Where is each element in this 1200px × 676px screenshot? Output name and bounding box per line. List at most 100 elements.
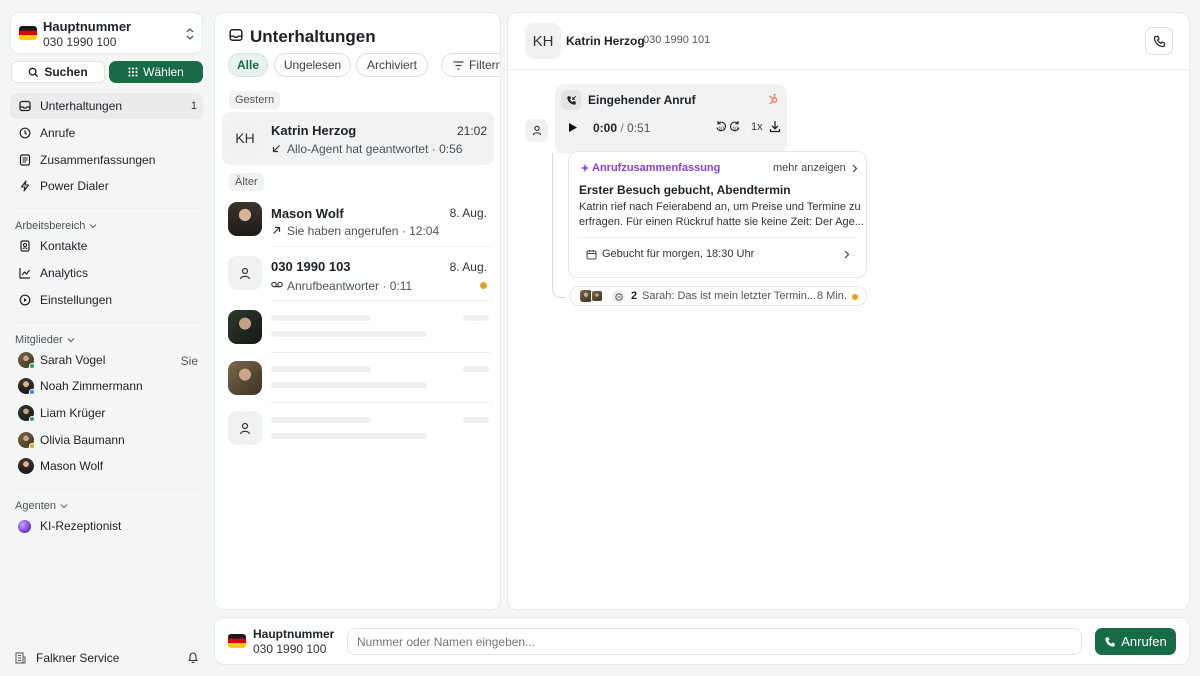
divider xyxy=(12,208,204,209)
booking-text: Gebucht für morgen, 18:30 Uhr xyxy=(602,248,755,260)
member-mason-wolf[interactable]: Mason Wolf xyxy=(10,453,203,479)
skeleton-line xyxy=(271,382,427,388)
nav-item-conversations[interactable]: Unterhaltungen 1 xyxy=(10,93,203,119)
thread-replies-pill[interactable]: 2 Sarah: Das ist mein letzter Termin... … xyxy=(569,286,867,306)
skeleton-line xyxy=(271,315,371,321)
members-section-toggle[interactable]: Mitglieder xyxy=(15,334,75,346)
nav-label: Kontakte xyxy=(40,239,88,253)
comment-icon-box xyxy=(612,290,625,303)
conversation-item-katrin-herzog[interactable]: KH Katrin Herzog 21:02 Allo-Agent hat ge… xyxy=(222,112,494,165)
svg-text:10: 10 xyxy=(719,127,725,133)
avatar xyxy=(18,432,35,449)
settings-icon xyxy=(18,294,32,306)
bell-icon[interactable] xyxy=(187,651,199,664)
arrow-down-left-icon xyxy=(272,145,280,153)
playback-speed[interactable]: 1x xyxy=(751,121,763,133)
time-current: 0:00 xyxy=(593,121,618,135)
dialer-bar: Hauptnummer 030 1990 100 Anrufen xyxy=(214,617,1190,665)
inbox-icon xyxy=(18,100,32,112)
nav-item-settings[interactable]: Einstellungen xyxy=(10,287,203,313)
member-olivia-baumann[interactable]: Olivia Baumann xyxy=(10,427,203,453)
nav-item-contacts[interactable]: Kontakte xyxy=(10,233,203,259)
company-name: Falkner Service xyxy=(36,651,120,665)
call-button[interactable]: Anrufen xyxy=(1095,628,1176,655)
caller-id-title[interactable]: Hauptnummer xyxy=(253,627,334,641)
time-total: 0:51 xyxy=(627,121,651,135)
hubspot-icon xyxy=(769,93,778,105)
avatar-placeholder xyxy=(228,256,262,290)
filter-chip-archived[interactable]: Archiviert xyxy=(356,53,428,77)
unread-count: 1 xyxy=(190,100,197,112)
summary-text-line-2: erfragen. Für einen Rückruf hatte sie ke… xyxy=(579,216,864,228)
filter-chip-unread[interactable]: Ungelesen xyxy=(274,53,351,77)
call-summary-card[interactable]: Anrufzusammenfassung mehr anzeigen Erste… xyxy=(568,151,867,278)
nav-item-summaries[interactable]: Zusammenfassungen xyxy=(10,147,203,173)
dial-input[interactable] xyxy=(347,628,1082,655)
download-icon[interactable] xyxy=(769,120,781,133)
chevron-down-icon xyxy=(89,224,97,229)
company-switcher[interactable]: Falkner Service xyxy=(15,651,119,665)
chevron-down-icon xyxy=(67,338,75,343)
member-liam-krueger[interactable]: Liam Krüger xyxy=(10,400,203,426)
member-noah-zimmermann[interactable]: Noah Zimmermann xyxy=(10,373,203,399)
number-title: Hauptnummer xyxy=(43,19,132,34)
section-label: Mitglieder xyxy=(15,334,63,346)
dial-label: Wählen xyxy=(143,65,184,79)
filter-chip-all[interactable]: Alle xyxy=(228,53,268,77)
time-separator: / xyxy=(617,121,628,135)
agents-section-toggle[interactable]: Agenten xyxy=(15,500,68,512)
dialpad-icon xyxy=(128,67,138,77)
member-sarah-vogel[interactable]: Sarah Vogel Sie xyxy=(10,347,203,373)
nav-item-analytics[interactable]: Analytics xyxy=(10,260,203,286)
contact-avatar-initials: KH xyxy=(525,23,561,59)
agent-ki-rezeptionist[interactable]: KI-Rezeptionist xyxy=(10,513,203,539)
conversation-item-030-1990-103[interactable]: 030 1990 103 8. Aug. Anrufbeantworter · … xyxy=(222,248,494,301)
summary-title: Erster Besuch gebucht, Abendtermin xyxy=(579,183,791,197)
search-button[interactable]: Suchen xyxy=(11,61,105,83)
contact-name: Mason Wolf xyxy=(271,206,344,221)
unread-dot xyxy=(852,294,858,300)
agent-orb-icon xyxy=(18,519,31,533)
reply-preview: Sarah: Das ist mein letzter Termin... xyxy=(642,290,817,302)
incoming-call-card: Eingehender Anruf 0:00 / 0:51 10 10 1x xyxy=(555,84,787,154)
dial-button[interactable]: Wählen xyxy=(109,61,203,83)
playback-time: 0:00 / 0:51 xyxy=(593,121,650,135)
person-icon xyxy=(239,267,251,279)
workspace-section-toggle[interactable]: Arbeitsbereich xyxy=(15,220,97,232)
chevron-right-icon xyxy=(844,250,850,259)
avatar xyxy=(228,202,262,236)
skeleton-line xyxy=(271,417,371,423)
divider xyxy=(271,402,491,403)
show-more-link[interactable]: mehr anzeigen xyxy=(773,162,858,174)
summary-label: Anrufzusammenfassung xyxy=(592,162,721,174)
call-label: Anrufen xyxy=(1121,634,1167,649)
play-icon[interactable] xyxy=(568,122,578,133)
nav-label: Einstellungen xyxy=(40,293,113,307)
contact-number: 030 1990 101 xyxy=(643,34,711,46)
rewind-10-icon[interactable]: 10 xyxy=(715,120,727,133)
booking-row[interactable]: Gebucht für morgen, 18:30 Uhr xyxy=(586,248,856,260)
forward-10-icon[interactable]: 10 xyxy=(729,120,741,133)
divider xyxy=(12,322,204,323)
svg-text:10: 10 xyxy=(733,127,739,133)
call-type-icon-box xyxy=(561,90,581,110)
call-title: Eingehender Anruf xyxy=(588,93,696,107)
document-icon xyxy=(18,154,32,166)
filter-button[interactable]: Filtern xyxy=(441,53,500,77)
nav-item-power-dialer[interactable]: Power Dialer xyxy=(10,173,203,199)
nav-label: Power Dialer xyxy=(40,179,109,193)
caller-id-number[interactable]: 030 1990 100 xyxy=(253,642,326,656)
skeleton-avatar xyxy=(228,411,262,445)
phone-icon xyxy=(1105,636,1115,647)
member-name: Mason Wolf xyxy=(40,459,104,473)
number-selector[interactable]: Hauptnummer 030 1990 100 xyxy=(10,12,203,54)
conversation-item-mason-wolf[interactable]: Mason Wolf 8. Aug. Sie haben angerufen ·… xyxy=(222,194,494,247)
inbox-icon xyxy=(229,28,243,42)
chevron-updown-icon xyxy=(186,28,194,40)
nav-item-calls[interactable]: Anrufe xyxy=(10,120,203,146)
sparkle-icon xyxy=(580,163,590,173)
clock-icon xyxy=(18,127,32,139)
panel-title: Unterhaltungen xyxy=(250,27,376,46)
call-contact-button[interactable] xyxy=(1145,27,1173,55)
contact-name: 030 1990 103 xyxy=(271,259,351,274)
